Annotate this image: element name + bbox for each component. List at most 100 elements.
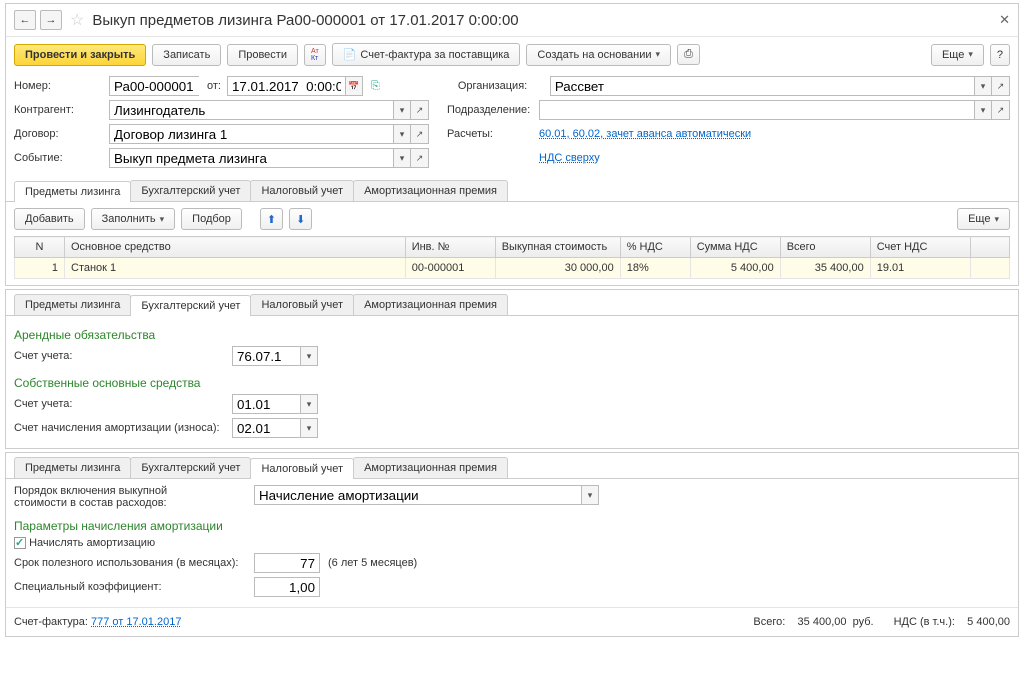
- acct1-dd[interactable]: ▾: [300, 346, 318, 366]
- term-input[interactable]: [254, 553, 320, 573]
- tab2-amort[interactable]: Амортизационная премия: [353, 294, 508, 315]
- footer-total: 35 400,00: [798, 616, 847, 628]
- tab3-accounting[interactable]: Бухгалтерский учет: [130, 457, 251, 478]
- at-kt-button[interactable]: АтКт: [304, 44, 326, 66]
- tab-accounting[interactable]: Бухгалтерский учет: [130, 180, 251, 201]
- amortacct-input[interactable]: [232, 418, 300, 438]
- table-row[interactable]: 1 Станок 1 00-000001 30 000,00 18% 5 400…: [15, 258, 1010, 279]
- create-on-button[interactable]: Создать на основании: [526, 44, 671, 66]
- favorite-icon[interactable]: ☆: [70, 10, 84, 30]
- contract-dd-icon[interactable]: ▾: [393, 124, 411, 144]
- contract-input[interactable]: [109, 124, 393, 144]
- contract-open-icon[interactable]: ↗: [411, 124, 429, 144]
- tabs-3: Предметы лизинга Бухгалтерский учет Нало…: [6, 453, 1018, 479]
- event-input[interactable]: [109, 148, 393, 168]
- calc-amort-checkbox-wrap[interactable]: ✓ Начислять амортизацию: [14, 537, 155, 549]
- acct2-label: Счет учета:: [14, 398, 232, 410]
- calc-link[interactable]: 60.01, 60.02, зачет аванса автоматически: [539, 128, 751, 140]
- tab2-accounting[interactable]: Бухгалтерский учет: [130, 295, 251, 316]
- footer-currency: руб.: [853, 616, 874, 628]
- nds-link[interactable]: НДС сверху: [539, 152, 600, 164]
- add-button[interactable]: Добавить: [14, 208, 85, 230]
- th-inv: Инв. №: [405, 237, 495, 258]
- supplier-invoice-button[interactable]: 📄 Счет-фактура за поставщика: [332, 43, 521, 66]
- footer-invoice-label: Счет-фактура:: [14, 616, 88, 628]
- footer-nds-label: НДС (в т.ч.):: [894, 616, 955, 628]
- event-dd-icon[interactable]: ▾: [393, 148, 411, 168]
- post-button[interactable]: Провести: [227, 44, 298, 66]
- subdiv-input[interactable]: [539, 100, 974, 120]
- tab3-amort[interactable]: Амортизационная премия: [353, 457, 508, 478]
- incl-dd[interactable]: ▾: [581, 485, 599, 505]
- check-icon: ✓: [15, 537, 24, 549]
- fill-button[interactable]: Заполнить: [91, 208, 176, 230]
- header: ← → ☆ Выкуп предметов лизинга Ра00-00000…: [6, 4, 1018, 37]
- date-input[interactable]: [227, 76, 345, 96]
- amortacct-label: Счет начисления амортизации (износа):: [14, 422, 232, 434]
- tab3-tax[interactable]: Налоговый учет: [250, 458, 354, 479]
- subdiv-dd-icon[interactable]: ▾: [974, 100, 992, 120]
- contragent-dd-icon[interactable]: ▾: [393, 100, 411, 120]
- posted-icon: ⎘: [371, 80, 380, 93]
- contragent-open-icon[interactable]: ↗: [411, 100, 429, 120]
- tab-tax[interactable]: Налоговый учет: [250, 180, 354, 201]
- tabs-2: Предметы лизинга Бухгалтерский учет Нало…: [6, 290, 1018, 316]
- tab-leasing-items[interactable]: Предметы лизинга: [14, 181, 131, 202]
- coef-input[interactable]: [254, 577, 320, 597]
- cell-ndspct: 18%: [620, 258, 690, 279]
- event-open-icon[interactable]: ↗: [411, 148, 429, 168]
- acct1-label: Счет учета:: [14, 350, 232, 362]
- more-button[interactable]: Еще: [931, 44, 984, 66]
- number-label: Номер:: [14, 80, 109, 92]
- footer: Счет-фактура: 777 от 17.01.2017 Всего: 3…: [6, 607, 1018, 636]
- th-buyout: Выкупная стоимость: [495, 237, 620, 258]
- acct2-dd[interactable]: ▾: [300, 394, 318, 414]
- tab2-leasing[interactable]: Предметы лизинга: [14, 294, 131, 315]
- coef-label: Специальный коэффициент:: [14, 581, 254, 593]
- footer-nds: 5 400,00: [967, 616, 1010, 628]
- footer-invoice-link[interactable]: 777 от 17.01.2017: [91, 616, 181, 628]
- acct2-input[interactable]: [232, 394, 300, 414]
- cell-inv: 00-000001: [405, 258, 495, 279]
- th-total: Всего: [780, 237, 870, 258]
- event-label: Событие:: [14, 152, 109, 164]
- move-down-button[interactable]: ⬇: [289, 208, 312, 230]
- subdiv-open-icon[interactable]: ↗: [992, 100, 1010, 120]
- cell-ndssum: 5 400,00: [690, 258, 780, 279]
- accounting-body: Арендные обязательства Счет учета: ▾ Соб…: [6, 316, 1018, 448]
- tab2-tax[interactable]: Налоговый учет: [250, 294, 354, 315]
- number-input[interactable]: [109, 76, 199, 96]
- extra-icon-button[interactable]: ⎙: [677, 44, 700, 65]
- accounting-panel: Предметы лизинга Бухгалтерский учет Нало…: [5, 289, 1019, 449]
- from-label: от:: [199, 80, 227, 92]
- close-icon[interactable]: ✕: [999, 12, 1010, 28]
- tax-panel: Предметы лизинга Бухгалтерский учет Нало…: [5, 452, 1019, 637]
- back-button[interactable]: ←: [14, 10, 36, 30]
- org-input[interactable]: [550, 76, 974, 96]
- amortacct-dd[interactable]: ▾: [300, 418, 318, 438]
- post-and-close-button[interactable]: Провести и закрыть: [14, 44, 146, 66]
- th-n: N: [15, 237, 65, 258]
- contragent-input[interactable]: [109, 100, 393, 120]
- cell-empty: [970, 258, 1009, 279]
- org-open-icon[interactable]: ↗: [992, 76, 1010, 96]
- org-dd-icon[interactable]: ▾: [974, 76, 992, 96]
- incl-input[interactable]: [254, 485, 581, 505]
- cell-asset: Станок 1: [65, 258, 406, 279]
- tabs-1: Предметы лизинга Бухгалтерский учет Нало…: [6, 176, 1018, 202]
- tab-amort-bonus[interactable]: Амортизационная премия: [353, 180, 508, 201]
- help-button[interactable]: ?: [990, 44, 1010, 66]
- tab3-leasing[interactable]: Предметы лизинга: [14, 457, 131, 478]
- move-up-button[interactable]: ⬆: [260, 208, 283, 230]
- forward-button[interactable]: →: [40, 10, 62, 30]
- subdiv-label: Подразделение:: [447, 104, 539, 116]
- select-button[interactable]: Подбор: [181, 208, 242, 230]
- write-button[interactable]: Записать: [152, 44, 221, 66]
- section-amort-params: Параметры начисления амортизации: [14, 513, 1010, 537]
- sub-more-button[interactable]: Еще: [957, 208, 1010, 230]
- acct1-input[interactable]: [232, 346, 300, 366]
- contragent-label: Контрагент:: [14, 104, 109, 116]
- calendar-icon[interactable]: 📅: [345, 76, 363, 96]
- footer-total-label: Всего:: [753, 616, 785, 628]
- org-label: Организация:: [458, 80, 550, 92]
